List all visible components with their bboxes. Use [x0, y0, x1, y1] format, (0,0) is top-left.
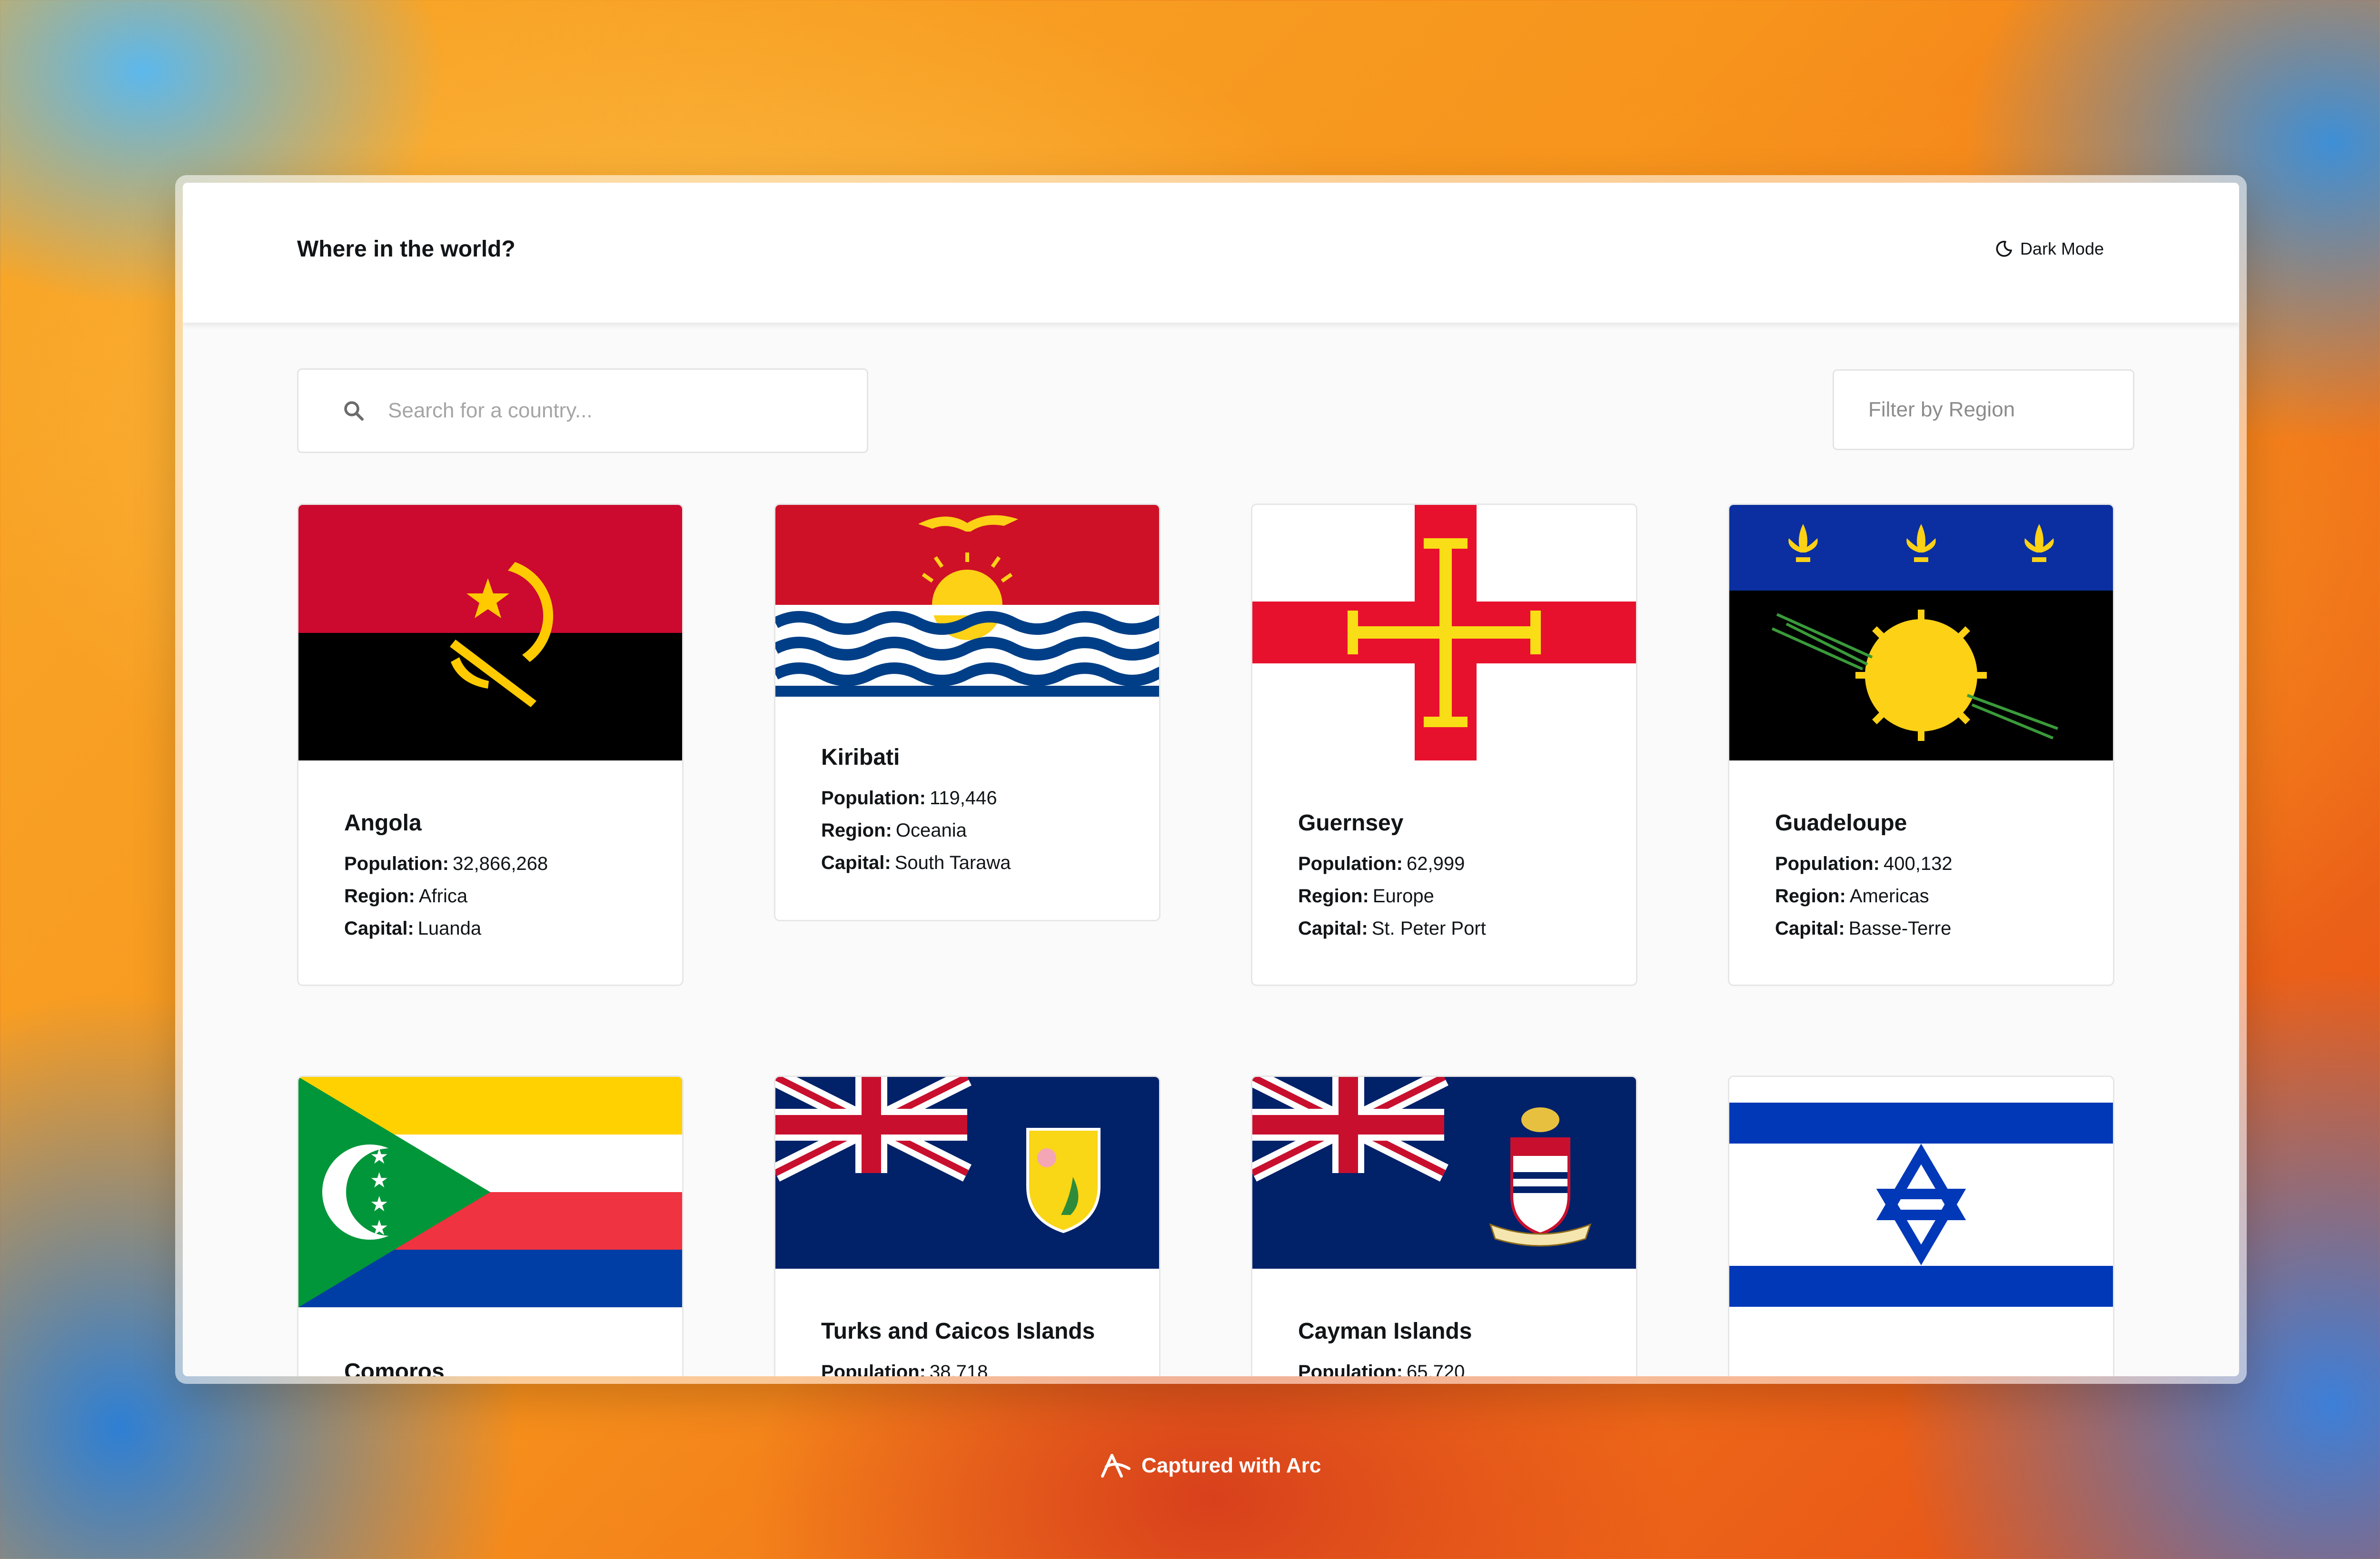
svg-text:★: ★	[370, 1193, 388, 1216]
svg-text:★: ★	[370, 1145, 388, 1168]
country-card-comoros[interactable]: ★ ★ ★ ★ Comoros	[297, 1076, 684, 1376]
dark-mode-label: Dark Mode	[2020, 239, 2104, 258]
country-name: Guernsey	[1298, 810, 1404, 836]
country-card-guernsey[interactable]: Guernsey Population: 62,999 Region: Europe…	[1251, 503, 1637, 986]
population-row: Population: 65,720	[1298, 1362, 1465, 1376]
country-name: Comoros	[344, 1359, 445, 1376]
country-name: Kiribati	[821, 745, 900, 770]
capital-row: Capital: Basse-Terre	[1775, 918, 1952, 939]
capital-row: Capital: Luanda	[344, 918, 482, 939]
population-row: Population: 32,866,268	[344, 853, 548, 874]
country-card-cayman-islands[interactable]: Cayman Islands Population: 65,720	[1251, 1076, 1637, 1376]
country-card-angola[interactable]: Angola Population: 32,866,268 Region: Afri…	[297, 503, 684, 986]
country-card-guadeloupe[interactable]: Guadeloupe Population: 400,132 Region: Ame…	[1728, 503, 2114, 986]
country-card-israel[interactable]	[1728, 1076, 2114, 1376]
country-name: Guadeloupe	[1775, 810, 1907, 836]
flag-image	[1252, 1077, 1636, 1269]
search-box[interactable]	[297, 368, 868, 453]
browser-window: Where in the world? Dark Mode Filter by …	[175, 175, 2247, 1384]
captured-label: Captured with Arc	[1141, 1454, 1321, 1477]
capital-row: Capital: South Tarawa	[821, 852, 1011, 873]
flag-image: ★ ★ ★ ★	[298, 1077, 682, 1307]
dark-mode-toggle[interactable]: Dark Mode	[1995, 239, 2104, 259]
flag-image	[1729, 1077, 2113, 1332]
region-row: Region: Americas	[1775, 886, 1929, 907]
region-row: Region: Africa	[344, 886, 468, 907]
population-row: Population: 400,132	[1775, 853, 1953, 874]
svg-text:★: ★	[370, 1169, 388, 1192]
region-row: Region: Europe	[1298, 886, 1434, 907]
region-filter-label: Filter by Region	[1868, 398, 2015, 421]
country-name: Angola	[344, 810, 422, 836]
captured-with-arc: Captured with Arc	[1099, 1451, 1321, 1480]
capital-row: Capital: St. Peter Port	[1298, 918, 1486, 939]
region-filter[interactable]: Filter by Region	[1833, 369, 2134, 450]
country-card-turks-and-caicos-islands[interactable]: Turks and Caicos Islands Population: 38,7…	[774, 1076, 1160, 1376]
country-name: Turks and Caicos Islands	[821, 1319, 1095, 1344]
search-input[interactable]	[387, 398, 817, 423]
flag-image	[1729, 505, 2113, 760]
country-name: Cayman Islands	[1298, 1319, 1472, 1344]
page: Where in the world? Dark Mode Filter by …	[183, 183, 2239, 1376]
flag-image	[775, 1077, 1159, 1269]
population-row: Population: 62,999	[1298, 853, 1465, 874]
flag-image	[775, 505, 1159, 697]
search-icon	[344, 401, 364, 421]
arc-logo-icon	[1101, 1454, 1130, 1478]
app-title[interactable]: Where in the world?	[297, 236, 516, 262]
flag-image	[298, 505, 682, 760]
country-card-kiribati[interactable]: Kiribati Population: 119,446 Region: Ocean…	[774, 503, 1160, 921]
moon-icon	[1996, 240, 2012, 257]
svg-text:★: ★	[370, 1216, 388, 1240]
region-row: Region: Oceania	[821, 820, 967, 841]
population-row: Population: 119,446	[821, 788, 997, 809]
flag-image	[1252, 505, 1636, 760]
population-row: Population: 38,718	[821, 1362, 988, 1376]
header: Where in the world? Dark Mode	[183, 183, 2239, 323]
